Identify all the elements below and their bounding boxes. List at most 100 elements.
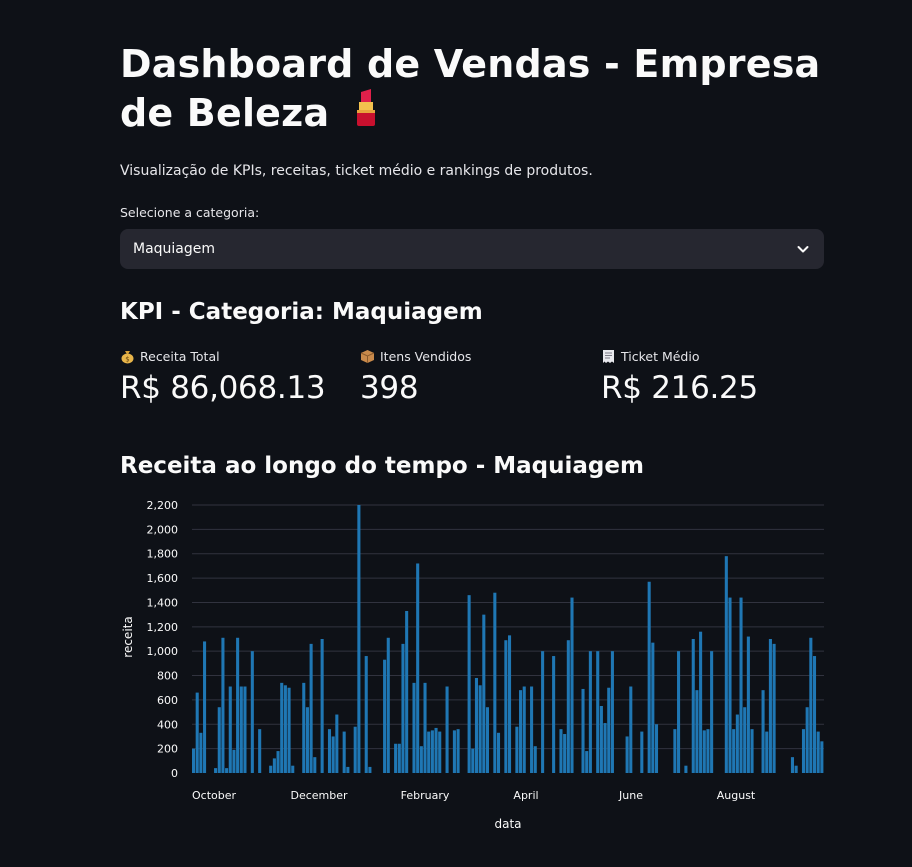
bar: [331, 736, 335, 773]
bar: [320, 639, 324, 773]
bar: [566, 640, 570, 773]
bar: [732, 729, 736, 773]
x-tick-label: April: [513, 789, 538, 802]
bar: [585, 751, 589, 773]
bar: [427, 731, 431, 773]
bar: [728, 597, 732, 773]
kpi-section-title: KPI - Categoria: Maquiagem: [120, 299, 483, 325]
bar: [599, 706, 603, 773]
bar: [214, 768, 218, 773]
bar: [651, 642, 655, 773]
bar: [430, 730, 434, 773]
bar: [199, 732, 203, 773]
page-subtitle: Visualização de KPIs, receitas, ticket m…: [120, 163, 593, 179]
bar: [702, 730, 706, 773]
bar: [283, 685, 287, 773]
bar: [357, 505, 361, 773]
bar: [640, 731, 644, 773]
kpi-receita-total: $ Receita Total R$ 86,068.13: [120, 349, 326, 406]
x-tick-label: June: [618, 789, 643, 802]
y-tick-label: 1,200: [147, 621, 179, 634]
bar: [533, 746, 537, 773]
bar: [515, 726, 519, 773]
bar: [743, 707, 747, 773]
bar: [452, 730, 456, 773]
bar: [563, 734, 567, 773]
bar: [772, 643, 776, 773]
bar: [397, 743, 401, 773]
bar: [386, 637, 390, 773]
bar: [217, 707, 221, 773]
bar: [243, 686, 247, 773]
bar: [221, 637, 225, 773]
bar: [654, 724, 659, 773]
bar: [291, 765, 295, 773]
bar: [313, 757, 317, 773]
y-tick-label: 1,400: [147, 596, 179, 609]
chevron-down-icon: [797, 246, 809, 253]
bar: [493, 592, 497, 773]
bar: [482, 614, 486, 773]
kpi-label: Itens Vendidos: [380, 349, 472, 364]
category-select[interactable]: Maquiagem: [120, 229, 824, 269]
bar: [485, 707, 490, 773]
y-tick-label: 200: [157, 743, 178, 756]
bar: [192, 748, 196, 773]
bar: [647, 581, 651, 773]
bar: [724, 556, 728, 773]
bar: [768, 639, 772, 773]
kpi-label: Ticket Médio: [621, 349, 700, 364]
bar: [816, 731, 820, 773]
bar: [530, 686, 534, 773]
bar: [504, 640, 508, 773]
category-select-label: Selecione a categoria:: [120, 205, 260, 220]
bar: [541, 651, 545, 773]
kpi-value: R$ 216.25: [601, 370, 758, 406]
bar: [588, 651, 592, 773]
kpi-label: Receita Total: [140, 349, 220, 364]
kpi-itens-vendidos: Itens Vendidos 398: [360, 349, 471, 406]
bar: [383, 659, 387, 773]
bar: [405, 610, 409, 773]
bar: [603, 723, 607, 773]
bar: [250, 651, 254, 773]
bar: [309, 643, 313, 773]
bar: [305, 707, 309, 773]
bar: [559, 729, 563, 773]
bar: [581, 688, 585, 773]
bar: [269, 765, 273, 773]
bar: [225, 768, 229, 773]
bar: [508, 635, 512, 773]
bar: [401, 643, 405, 773]
bar: [478, 685, 482, 773]
bar: [761, 690, 765, 773]
y-tick-label: 0: [171, 767, 178, 780]
y-axis-title: receita: [121, 616, 135, 657]
bar: [735, 714, 739, 773]
bar: [805, 707, 809, 773]
page-title-text: Dashboard de Vendas - Empresa de Beleza: [120, 42, 821, 135]
y-tick-label: 1,800: [147, 548, 179, 561]
kpi-value: 398: [360, 370, 419, 406]
bar: [445, 686, 449, 773]
bar: [342, 731, 346, 773]
bar: [368, 766, 372, 773]
bar: [412, 682, 416, 773]
receipt-icon: [603, 350, 614, 363]
bar: [272, 758, 276, 773]
bar: [570, 597, 574, 773]
bar: [419, 746, 423, 773]
bar: [519, 690, 523, 773]
bar: [677, 651, 681, 773]
bar: [474, 677, 478, 773]
bar: [423, 682, 427, 773]
bar: [625, 736, 629, 773]
bar: [765, 731, 769, 773]
y-tick-label: 800: [157, 670, 178, 683]
y-tick-label: 600: [157, 694, 178, 707]
bar: [629, 686, 633, 773]
kpi-value: R$ 86,068.13: [120, 370, 326, 406]
bar: [195, 692, 199, 773]
money-bag-icon: $: [121, 351, 134, 364]
bar: [801, 729, 806, 773]
